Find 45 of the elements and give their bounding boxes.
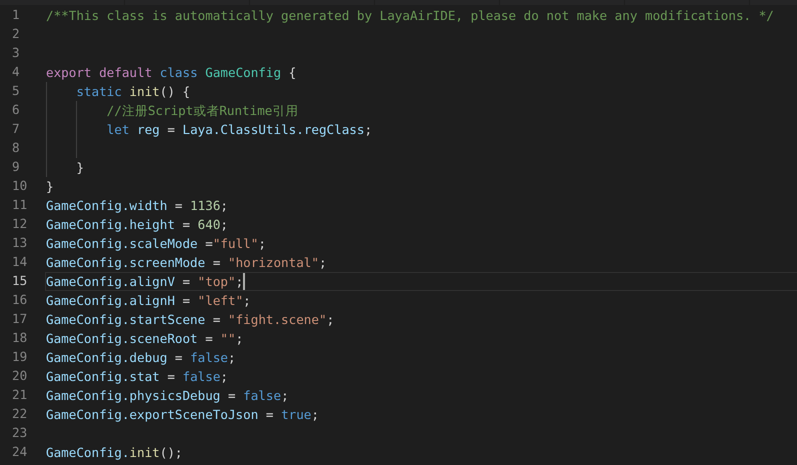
line-number: 23 bbox=[11, 425, 28, 440]
line-number: 16 bbox=[11, 292, 28, 307]
line-number: 22 bbox=[11, 406, 28, 421]
code-line: //注册Script或者Runtime引用 bbox=[106, 103, 298, 118]
line-number: 14 bbox=[11, 254, 28, 269]
line-number: 8 bbox=[11, 140, 20, 155]
code-line: GameConfig.sceneRoot = ""; bbox=[46, 331, 244, 346]
line-number: 7 bbox=[11, 121, 20, 136]
line-number: 12 bbox=[11, 216, 28, 231]
line-number: 11 bbox=[11, 197, 28, 212]
code-line: export default class GameConfig { bbox=[46, 65, 296, 80]
line-number: 3 bbox=[11, 45, 20, 60]
code-line: GameConfig.debug = false; bbox=[46, 350, 236, 365]
line-number: 5 bbox=[11, 83, 20, 98]
line-number: 20 bbox=[11, 368, 28, 383]
line-number: 6 bbox=[11, 102, 20, 117]
code-line: GameConfig.scaleMode ="full"; bbox=[46, 236, 266, 251]
code-line: /**This class is automatically generated by LayaAirIDE, please do not make any modifications. */ bbox=[46, 8, 774, 23]
line-number: 18 bbox=[11, 330, 28, 345]
code-line: GameConfig.physicsDebug = false; bbox=[46, 388, 289, 403]
code-line: GameConfig.screenMode = "horizontal"; bbox=[46, 255, 327, 270]
line-number: 19 bbox=[11, 349, 28, 364]
line-number: 10 bbox=[11, 178, 28, 193]
code-line: } bbox=[46, 179, 54, 194]
code-line: GameConfig.startScene = "fight.scene"; bbox=[46, 312, 334, 327]
line-number: 9 bbox=[11, 159, 20, 174]
line-number: 1 bbox=[11, 7, 20, 22]
code-line: GameConfig.height = 640; bbox=[46, 217, 228, 232]
code-line: GameConfig.stat = false; bbox=[46, 369, 228, 384]
line-number: 13 bbox=[11, 235, 28, 250]
code-line: static init() { bbox=[75, 84, 190, 99]
line-number: 15 bbox=[11, 273, 28, 288]
code-line: GameConfig.alignH = "left"; bbox=[46, 293, 251, 308]
code-line: GameConfig.alignV = "top"; bbox=[46, 274, 244, 289]
text-cursor bbox=[243, 273, 246, 290]
code-line: GameConfig.init(); bbox=[46, 445, 182, 460]
line-number: 2 bbox=[11, 26, 20, 41]
line-number: 4 bbox=[11, 64, 20, 79]
code-line: let reg = Laya.ClassUtils.regClass; bbox=[106, 122, 372, 137]
code-line: GameConfig.width = 1136; bbox=[46, 198, 228, 213]
line-number: 17 bbox=[11, 311, 28, 326]
line-number: 24 bbox=[11, 444, 28, 459]
code-line: } bbox=[75, 160, 84, 175]
line-number: 21 bbox=[11, 387, 28, 402]
code-line: GameConfig.exportSceneToJson = true; bbox=[46, 407, 319, 422]
